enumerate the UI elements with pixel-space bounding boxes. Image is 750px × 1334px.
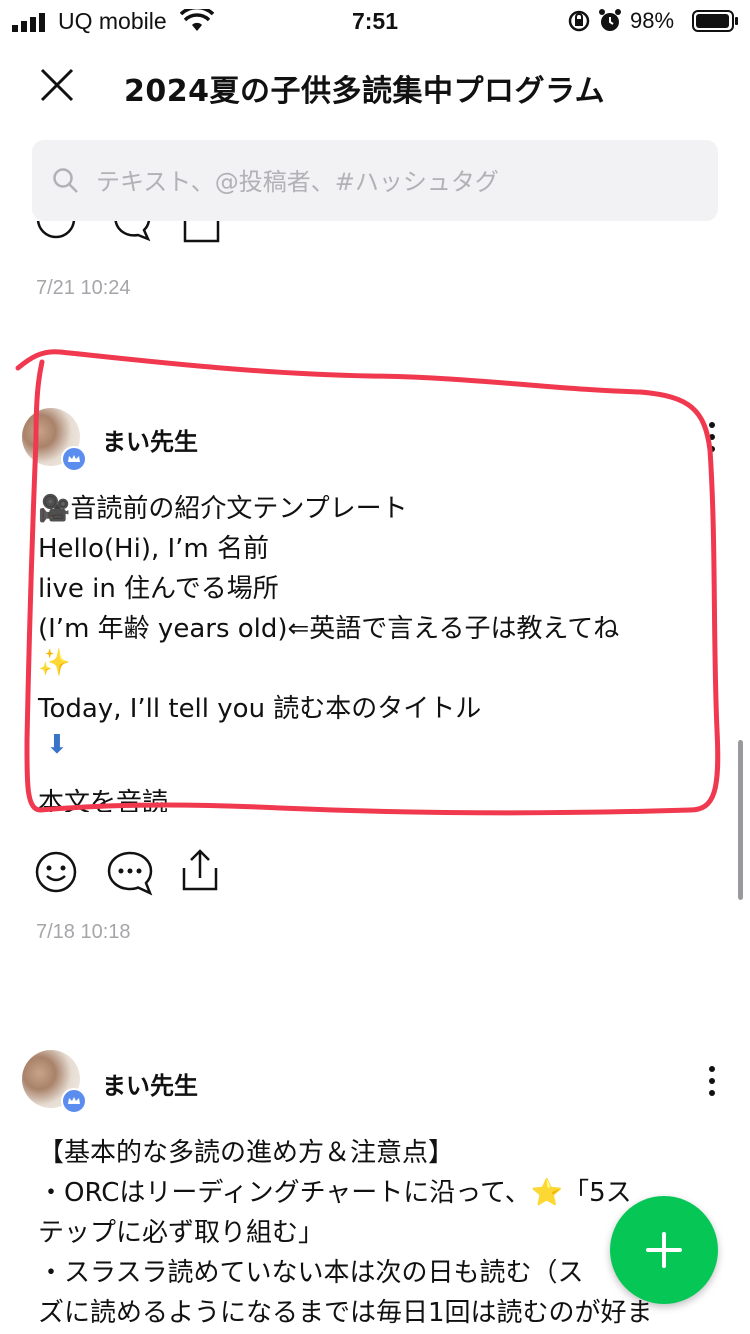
search-input[interactable]: [94, 140, 698, 223]
alarm-icon: [599, 9, 621, 31]
post-line: 【基本的な多読の進め方＆注意点】: [38, 1138, 455, 1168]
comment-icon[interactable]: [108, 221, 152, 243]
post-author[interactable]: まい先生: [102, 1066, 198, 1101]
prev-post-timestamp: 7/21 10:24: [36, 277, 131, 299]
search-bar[interactable]: [32, 140, 718, 223]
prev-post-actions: [0, 221, 750, 251]
search-icon: [53, 168, 78, 193]
battery-icon: [692, 10, 738, 32]
scrollbar[interactable]: [738, 740, 743, 900]
crown-icon: [68, 1097, 80, 1104]
orientation-lock-icon: [568, 10, 590, 32]
new-post-button[interactable]: [610, 1196, 718, 1304]
comment-icon[interactable]: [106, 849, 154, 897]
crown-badge-icon: [61, 1088, 87, 1114]
page-title: 2024夏の子供多読集中プログラム: [124, 74, 606, 109]
share-icon[interactable]: [182, 221, 222, 243]
close-icon[interactable]: [40, 68, 74, 102]
plus-icon: [646, 1232, 682, 1268]
more-options-icon[interactable]: [700, 1064, 724, 1098]
post-line: ・スラスラ読めていない本は次の日も読む（ス: [38, 1258, 584, 1288]
post-line: ズに読めるようになるまでは毎日1回は読むのが好ま: [38, 1298, 653, 1328]
smile-icon[interactable]: [34, 850, 78, 894]
post-line: ・ORCはリーディングチャートに沿って、⭐「5ス: [38, 1178, 632, 1208]
status-bar: UQ mobile 7:51 98%: [0, 0, 750, 44]
battery-percent: 98%: [630, 8, 675, 33]
post-line: テップに必ず取り組む」: [38, 1218, 325, 1248]
highlight-outline: [15, 349, 721, 816]
smile-icon[interactable]: [36, 221, 76, 239]
share-icon[interactable]: [180, 848, 220, 892]
post-timestamp: 7/18 10:18: [36, 921, 131, 943]
